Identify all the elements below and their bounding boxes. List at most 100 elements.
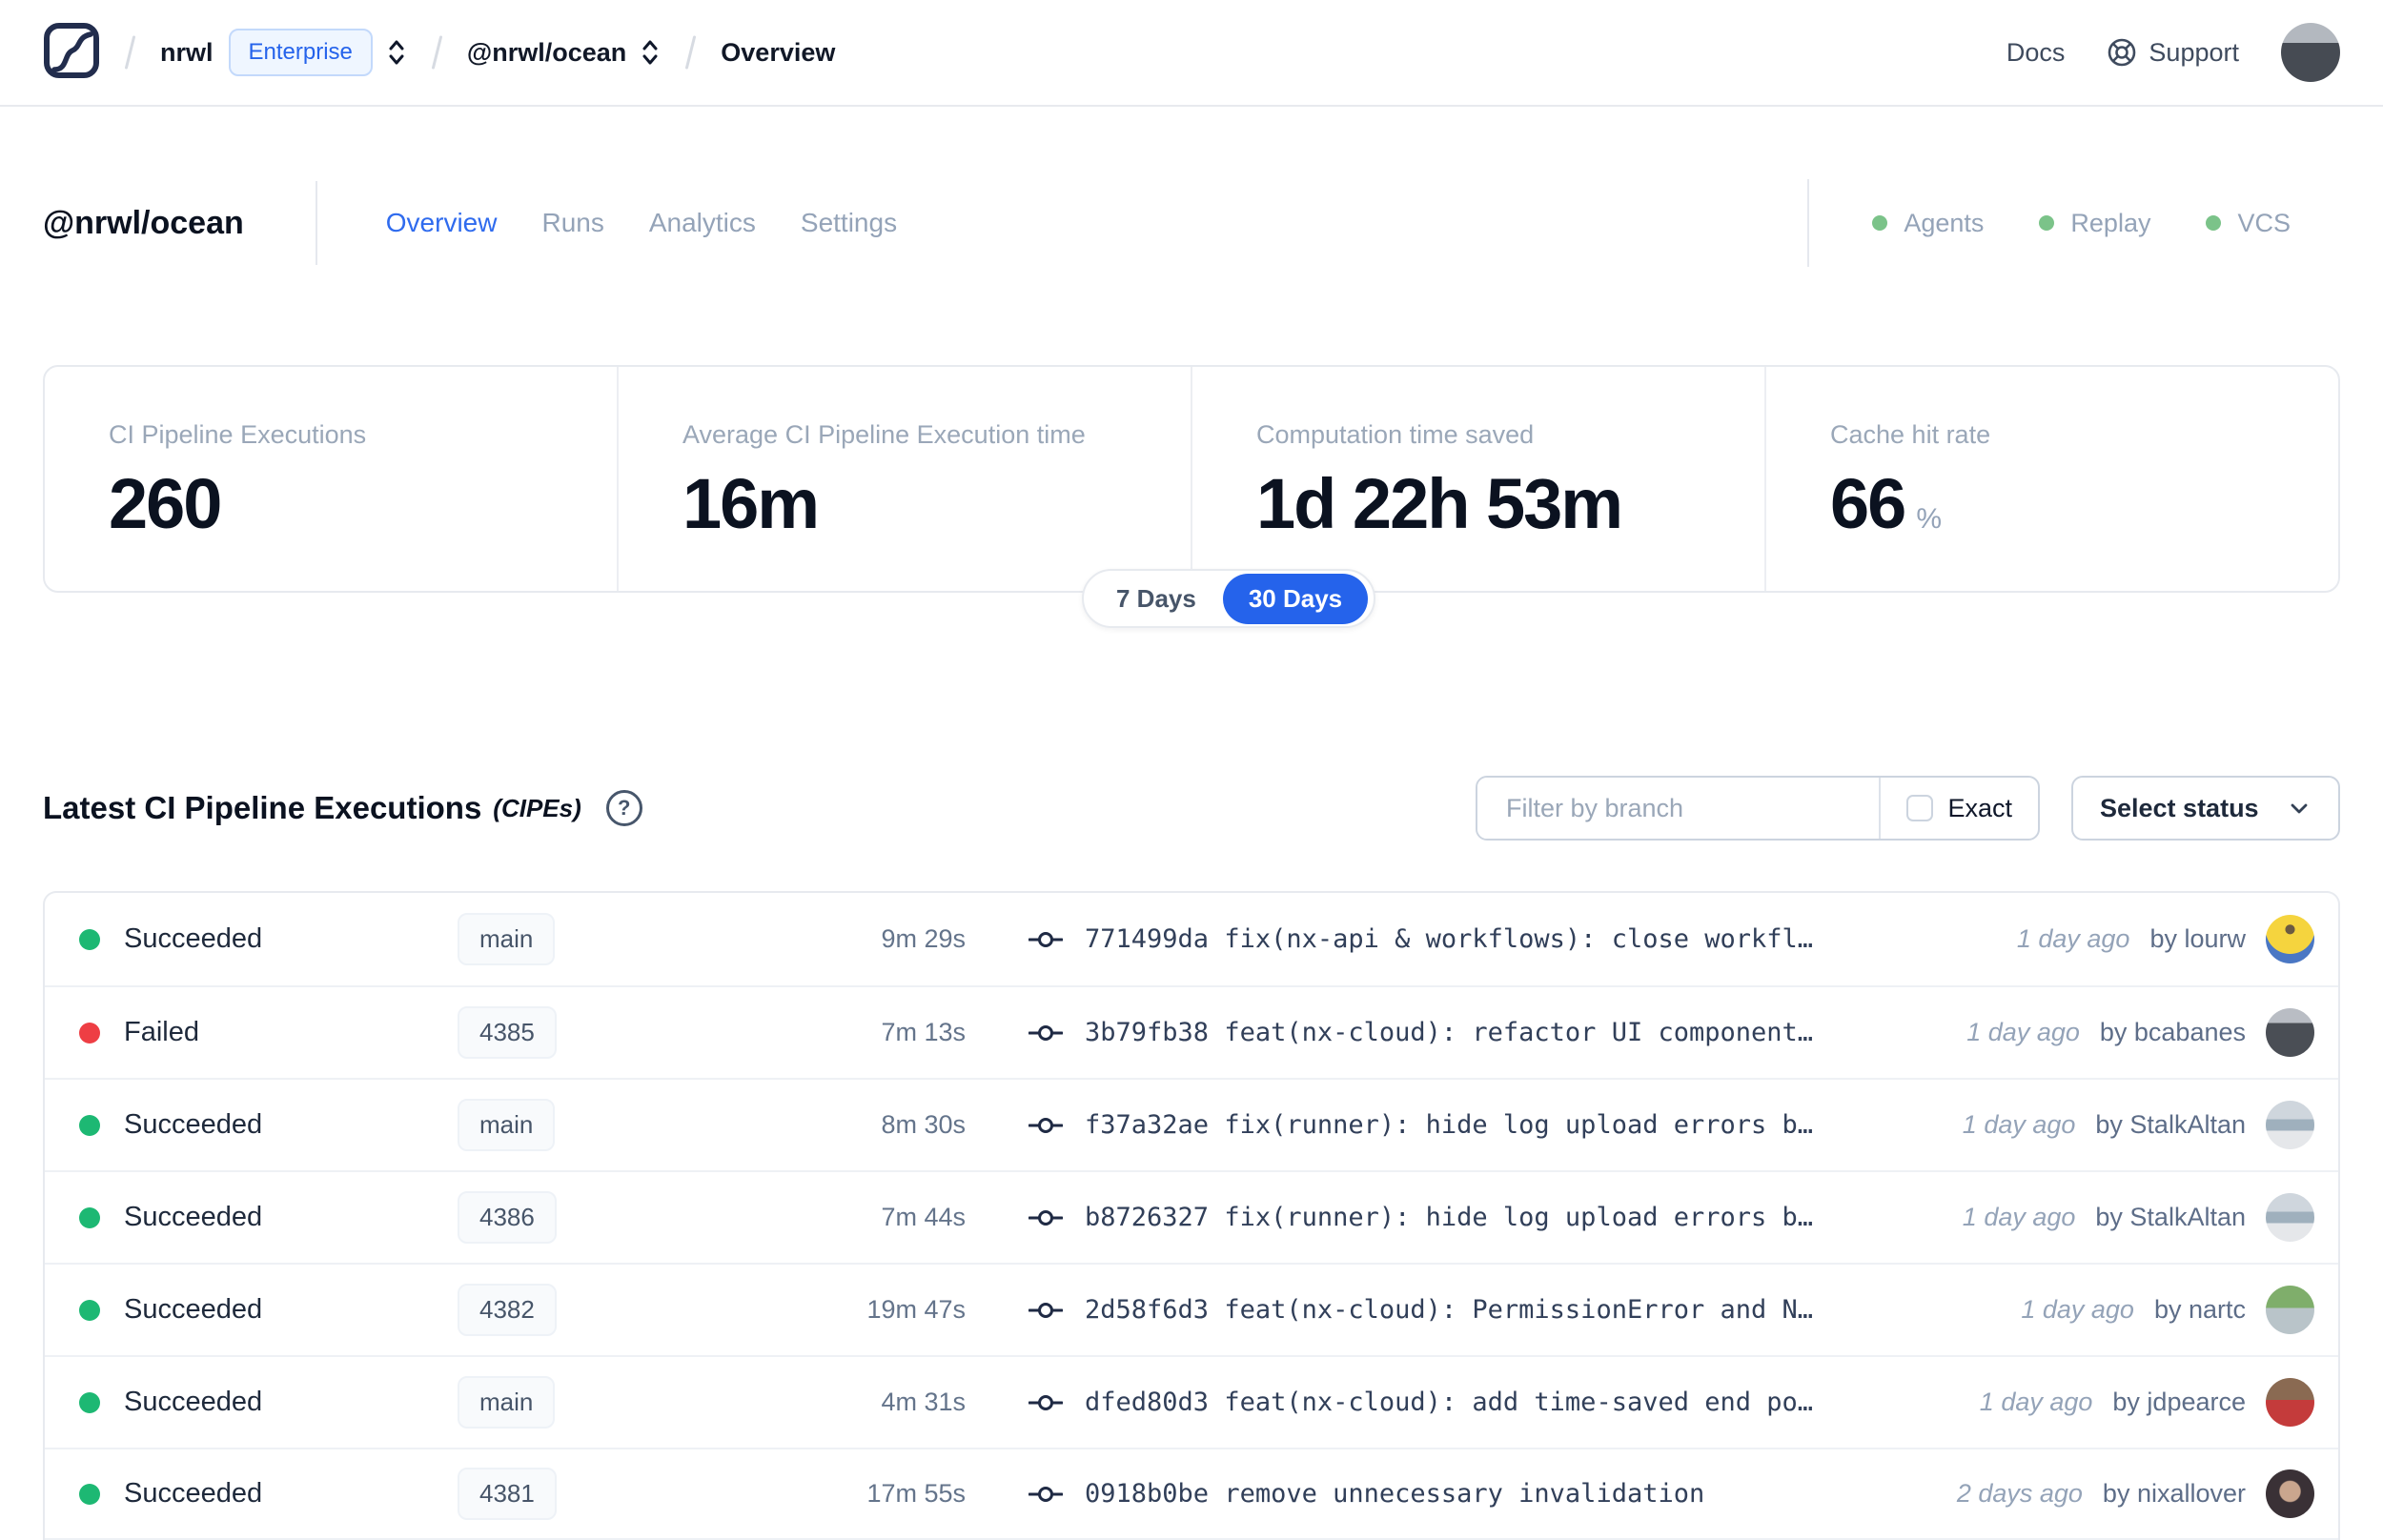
branch-badge[interactable]: 4382 [458, 1284, 557, 1336]
branch-badge[interactable]: 4381 [458, 1468, 557, 1520]
branch-filter-input[interactable] [1477, 778, 1880, 839]
table-row[interactable]: Succeeded 4386 7m 44s b8726327 fix(runne… [45, 1170, 2338, 1263]
author: by jdpearce [2112, 1388, 2246, 1416]
status-select-dropdown[interactable]: Select status [2071, 776, 2340, 841]
git-commit-icon [1029, 931, 1063, 947]
workspace-header: @nrwl/ocean Overview Runs Analytics Sett… [0, 173, 2383, 273]
branch-badge[interactable]: 4386 [458, 1191, 557, 1244]
exact-checkbox[interactable] [1906, 795, 1934, 821]
status-label: Succeeded [124, 1202, 263, 1232]
exact-label: Exact [1947, 793, 2012, 822]
workspace-tabs: Overview Runs Analytics Settings [386, 208, 897, 238]
commit-hash[interactable]: 0918b0be [1085, 1479, 1209, 1509]
green-dot-icon [2206, 215, 2222, 231]
date-range-toggle: 7 Days 30 Days [1082, 569, 1376, 628]
stat-value: 66 % [1830, 464, 1942, 543]
table-row[interactable]: Succeeded 4382 19m 47s 2d58f6d3 feat(nx-… [45, 1263, 2338, 1355]
author: by StalkAltan [2095, 1110, 2246, 1139]
commit-hash[interactable]: 2d58f6d3 [1085, 1295, 1209, 1325]
author-avatar [2266, 1101, 2314, 1149]
author: by lourw [2149, 924, 2246, 953]
time-ago: 1 day ago [1962, 1203, 2076, 1231]
duration: 9m 29s [881, 924, 966, 953]
status-label: Succeeded [124, 1294, 263, 1325]
commit-hash[interactable]: f37a32ae [1085, 1110, 1209, 1140]
branch-badge[interactable]: main [458, 1099, 556, 1151]
status-dot-icon [79, 1391, 100, 1413]
branch-badge[interactable]: 4385 [458, 1006, 557, 1059]
author: by nixallover [2102, 1479, 2246, 1508]
org-switcher-chevron-updown-icon[interactable] [386, 36, 407, 69]
commit-message: feat(nx-cloud): refactor UI component… [1224, 1018, 1814, 1047]
status-dot-icon [79, 1299, 100, 1321]
branch-badge[interactable]: main [458, 1376, 556, 1429]
support-link[interactable]: Support [2107, 37, 2239, 68]
status-label: Succeeded [124, 1109, 263, 1140]
table-row[interactable]: Succeeded main 4m 31s dfed80d3 feat(nx-c… [45, 1355, 2338, 1448]
time-ago: 1 day ago [2021, 1295, 2134, 1324]
time-ago: 1 day ago [1979, 1388, 2093, 1416]
author: by StalkAltan [2095, 1203, 2246, 1231]
stat-label: CI Pipeline Executions [109, 420, 367, 449]
time-ago: 1 day ago [2016, 924, 2130, 953]
chevron-down-icon [2291, 803, 2308, 814]
stat-card-average-execution-time: Average CI Pipeline Execution time 16m [617, 367, 1191, 591]
plan-badge: Enterprise [228, 29, 373, 76]
breadcrumb-page: Overview [721, 37, 836, 67]
help-icon[interactable]: ? [605, 790, 642, 826]
range-7-days-button[interactable]: 7 Days [1090, 584, 1223, 614]
status-dot-icon [79, 1114, 100, 1136]
commit-message: feat(nx-cloud): PermissionError and N… [1224, 1295, 1814, 1325]
nx-cloud-logo-icon[interactable] [43, 22, 100, 84]
duration: 19m 47s [866, 1295, 966, 1324]
green-dot-icon [1872, 215, 1888, 231]
commit-hash[interactable]: 3b79fb38 [1085, 1018, 1209, 1047]
git-commit-icon [1029, 1117, 1063, 1133]
table-row[interactable]: Failed 4385 7m 13s 3b79fb38 feat(nx-clou… [45, 985, 2338, 1078]
duration: 7m 44s [881, 1203, 966, 1231]
breadcrumb-org[interactable]: nrwl [160, 38, 214, 68]
status-dot-icon [79, 1206, 100, 1228]
author-avatar [2266, 1378, 2314, 1427]
tab-overview[interactable]: Overview [386, 208, 498, 238]
commit-message: fix(runner): hide log upload errors b… [1224, 1203, 1814, 1232]
status-dot-icon [79, 1483, 100, 1505]
table-row[interactable]: Succeeded main 8m 30s f37a32ae fix(runne… [45, 1078, 2338, 1170]
status-label: Succeeded [124, 1478, 263, 1509]
table-row[interactable]: Succeeded main 9m 29s 771499da fix(nx-ap… [45, 893, 2338, 985]
range-30-days-button[interactable]: 30 Days [1222, 573, 1369, 624]
divider [1807, 179, 1810, 267]
workspace-switcher-chevron-updown-icon[interactable] [640, 36, 661, 69]
commit-hash[interactable]: 771499da [1085, 924, 1209, 954]
docs-link[interactable]: Docs [2006, 38, 2066, 68]
git-commit-icon [1029, 1394, 1063, 1410]
commit-hash[interactable]: b8726327 [1085, 1203, 1209, 1232]
cipe-section-header: Latest CI Pipeline Executions (CIPEs) ? … [43, 775, 2340, 841]
author: by bcabanes [2099, 1018, 2246, 1046]
git-commit-icon [1029, 1302, 1063, 1318]
breadcrumb-workspace[interactable]: @nrwl/ocean [467, 38, 626, 68]
lifebuoy-icon [2108, 38, 2136, 67]
exact-match-toggle[interactable]: Exact [1879, 778, 2038, 839]
stat-card-ci-pipeline-executions: CI Pipeline Executions 260 [45, 367, 617, 591]
tab-settings[interactable]: Settings [801, 208, 897, 238]
breadcrumb-separator [124, 35, 136, 70]
branch-badge[interactable]: main [458, 913, 556, 965]
table-row[interactable]: Succeeded 4381 17m 55s 0918b0be remove u… [45, 1448, 2338, 1540]
duration: 8m 30s [881, 1110, 966, 1139]
breadcrumb-separator [431, 35, 443, 70]
duration: 4m 31s [881, 1388, 966, 1416]
tab-runs[interactable]: Runs [541, 208, 603, 238]
author-avatar [2266, 915, 2314, 963]
stat-card-computation-time-saved: Computation time saved 1d 22h 53m [1191, 367, 1764, 591]
user-avatar[interactable] [2281, 23, 2340, 82]
stat-value: 16m [682, 464, 820, 543]
commit-hash[interactable]: dfed80d3 [1085, 1388, 1209, 1417]
stat-card-cache-hit-rate: Cache hit rate 66 % [1764, 367, 2338, 591]
commit-message: remove unnecessary invalidation [1224, 1479, 1705, 1509]
stats-card-row: CI Pipeline Executions 260 Average CI Pi… [43, 365, 2340, 628]
author-avatar [2266, 1193, 2314, 1242]
git-commit-icon [1029, 1486, 1063, 1502]
branch-filter-group: Exact [1476, 776, 2040, 841]
tab-analytics[interactable]: Analytics [649, 208, 756, 238]
